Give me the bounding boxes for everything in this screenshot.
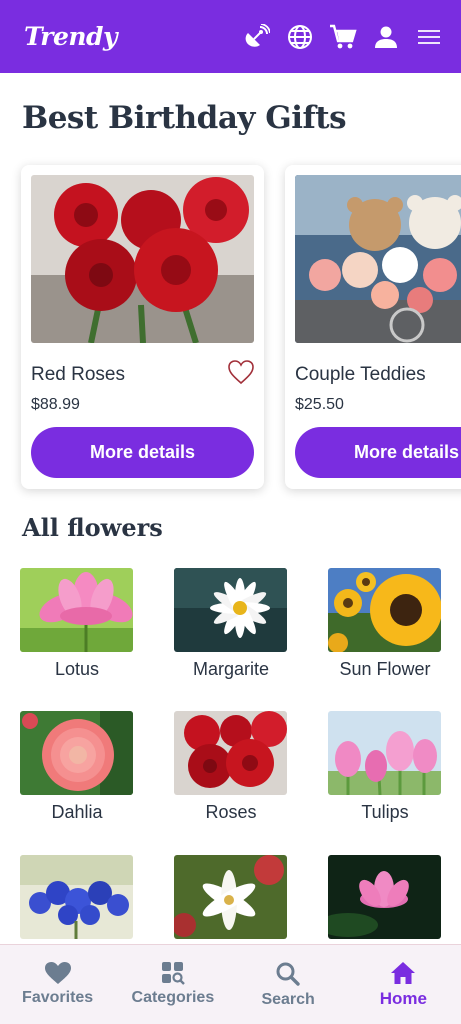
dahlia-photo[interactable] [20,711,133,795]
gift-price: $88.99 [31,396,80,413]
section-title-gifts: Best Birthday Gifts [22,100,347,136]
flower-name: Dahlia [51,802,103,822]
cornflower-photo[interactable] [20,855,133,939]
satellite-dish-icon[interactable] [243,23,271,51]
heart-icon [44,962,71,984]
more-details-button[interactable]: More details [295,427,461,478]
search-icon [276,962,300,986]
gift-price: $25.50 [295,396,344,413]
flower-item-pink-lotus[interactable] [328,855,442,946]
favorite-heart-icon[interactable] [227,359,255,385]
lotus-photo[interactable] [20,568,133,652]
nav-search[interactable]: Search [231,945,346,1024]
nav-label: Favorites [22,989,94,1006]
section-title-flowers: All flowers [22,513,163,542]
nav-label: Search [261,991,315,1008]
flower-item-roses[interactable]: Roses [174,711,288,823]
gift-carousel[interactable]: Red Roses $88.99 More details Couple Ted… [0,165,461,495]
menu-icon[interactable] [415,23,443,51]
more-details-button[interactable]: More details [31,427,254,478]
brand-logo[interactable]: Trendy [24,22,118,51]
header-actions [243,23,443,51]
sunflower-photo[interactable] [328,568,441,652]
flower-name: Lotus [54,659,100,679]
red-roses-photo[interactable] [31,175,254,343]
gift-name: Red Roses [31,364,125,385]
nav-favorites[interactable]: Favorites [0,945,115,1024]
tulips-photo[interactable] [328,711,441,795]
flower-item-margarite[interactable]: Margarite [174,568,288,680]
pink-lotus-photo[interactable] [328,855,441,939]
flower-name: Tulips [361,802,409,822]
margarite-photo[interactable] [174,568,287,652]
flower-item-lily[interactable] [174,855,288,946]
home-icon [391,962,416,984]
flower-item-tulips[interactable]: Tulips [328,711,442,823]
app-root: Trendy Best Birthday Gifts Red Roses $88… [0,0,461,1024]
flower-name: Margarite [192,659,270,679]
teddy-bears-flowers-photo[interactable] [295,175,461,343]
gift-card[interactable]: Couple Teddies $25.50 More details [285,165,461,489]
nav-categories[interactable]: Categories [115,945,230,1024]
flower-item-dahlia[interactable]: Dahlia [20,711,134,823]
roses-photo[interactable] [174,711,287,795]
flower-item-cornflower[interactable] [20,855,134,946]
user-icon[interactable] [372,23,400,51]
flower-name: Roses [205,802,257,822]
bottom-navigation: Favorites Categories Search Home [0,944,461,1024]
nav-home[interactable]: Home [346,945,461,1024]
nav-label: Categories [131,989,215,1006]
gift-name: Couple Teddies [295,364,426,385]
flower-name: Sun Flower [339,659,431,679]
cart-icon[interactable] [329,23,357,51]
top-app-bar: Trendy [0,0,461,73]
lily-photo[interactable] [174,855,287,939]
categories-icon [161,962,185,985]
flower-item-sunflower[interactable]: Sun Flower [328,568,442,680]
globe-icon[interactable] [286,23,314,51]
flower-item-lotus[interactable]: Lotus [20,568,134,680]
gift-card[interactable]: Red Roses $88.99 More details [21,165,264,489]
nav-label: Home [379,989,427,1008]
